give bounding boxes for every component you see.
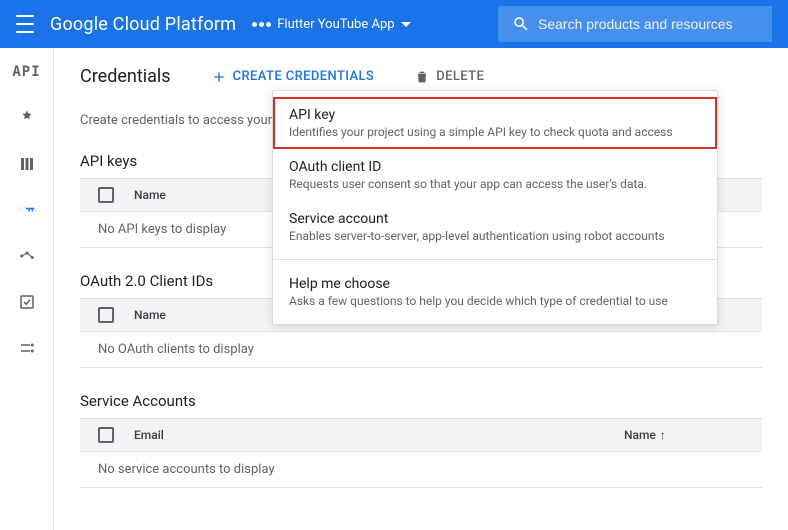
menu-item-api-key[interactable]: API key Identifies your project using a … [273,97,717,149]
menu-item-title: Help me choose [289,276,701,292]
col-name[interactable]: Name↑ [624,428,666,442]
project-icon [252,22,271,27]
search-icon [512,15,530,33]
menu-item-help-me-choose[interactable]: Help me choose Asks a few questions to h… [273,266,717,318]
trash-icon [414,69,430,85]
quotas-icon[interactable] [15,244,39,268]
key-icon[interactable] [15,198,39,222]
api-rail-label[interactable]: API [15,60,39,84]
top-header: Google Cloud Platform Flutter YouTube Ap… [0,0,788,48]
col-email[interactable]: Email [134,428,604,442]
main-content: Credentials CREATE CREDENTIALS DELETE Cr… [54,48,788,530]
col-name[interactable]: Name [134,188,166,202]
menu-item-desc: Enables server-to-server, app-level auth… [289,229,701,243]
menu-item-title: OAuth client ID [289,159,701,175]
settings-icon[interactable] [15,336,39,360]
chevron-down-icon [401,22,411,27]
menu-separator [273,259,717,260]
menu-item-desc: Identifies your project using a simple A… [289,125,701,139]
empty-row: No OAuth clients to display [80,332,762,368]
delete-button[interactable]: DELETE [414,69,484,85]
brand-label: Google Cloud Platform [50,14,236,35]
create-credentials-button[interactable]: CREATE CREDENTIALS [211,69,375,85]
dashboard-icon[interactable] [15,106,39,130]
create-credentials-menu: API key Identifies your project using a … [272,90,718,325]
menu-item-title: Service account [289,211,701,227]
project-selector[interactable]: Flutter YouTube App [252,17,410,32]
menu-icon[interactable] [16,15,34,33]
search-input[interactable] [538,16,758,32]
consent-icon[interactable] [15,290,39,314]
menu-item-service-account[interactable]: Service account Enables server-to-server… [273,201,717,253]
search-box[interactable] [498,6,772,42]
table-head: Email Name↑ [80,418,762,452]
checkbox[interactable] [98,307,114,323]
create-credentials-label: CREATE CREDENTIALS [233,69,375,84]
page-title: Credentials [80,66,171,87]
project-name: Flutter YouTube App [277,17,394,32]
section-title: Service Accounts [80,392,762,410]
plus-icon [211,69,227,85]
section-service-accounts: Service Accounts Email Name↑ No service … [54,392,788,488]
menu-item-desc: Requests user consent so that your app c… [289,177,701,191]
side-rail: API [0,48,54,530]
library-icon[interactable] [15,152,39,176]
empty-row: No service accounts to display [80,452,762,488]
arrow-up-icon: ↑ [660,428,666,442]
menu-item-title: API key [289,107,701,123]
checkbox[interactable] [98,187,114,203]
delete-label: DELETE [436,69,484,84]
menu-item-oauth-client-id[interactable]: OAuth client ID Requests user consent so… [273,149,717,201]
checkbox[interactable] [98,427,114,443]
menu-item-desc: Asks a few questions to help you decide … [289,294,701,308]
